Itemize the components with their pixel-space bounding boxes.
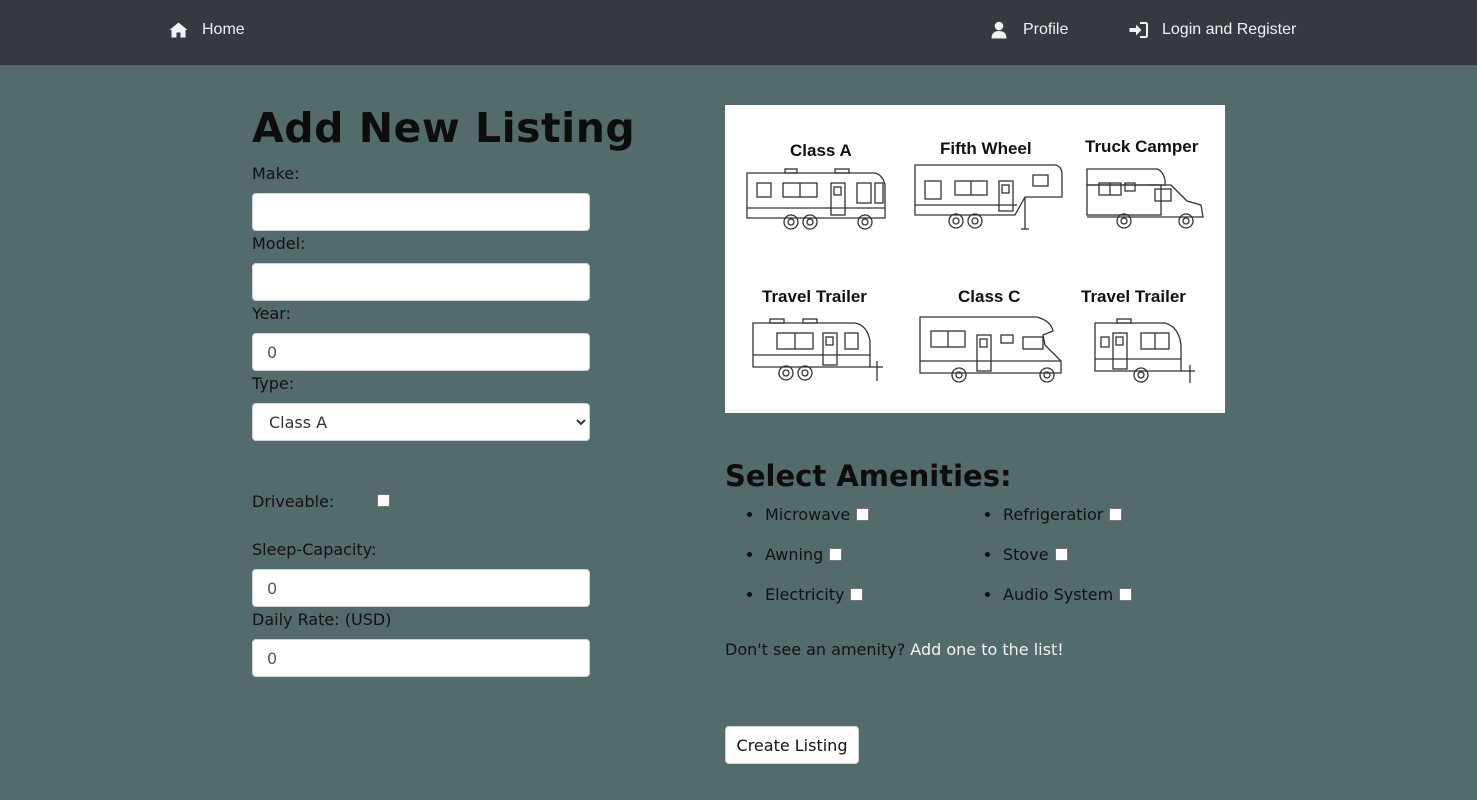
amenity-electricity-checkbox[interactable] — [850, 588, 864, 601]
add-amenity-link[interactable]: Add one to the list! — [910, 640, 1063, 659]
bullet — [747, 512, 752, 517]
driveable-checkbox[interactable] — [377, 494, 390, 507]
driveable-label: Driveable: — [252, 492, 335, 511]
amenity-stove-checkbox[interactable] — [1054, 548, 1068, 561]
model-label: Model: — [252, 234, 306, 253]
amenity-label: Electricity — [765, 585, 845, 604]
class-c-illustration — [919, 316, 1062, 383]
create-listing-button[interactable]: Create Listing — [725, 726, 859, 764]
amenity-audio-system-checkbox[interactable] — [1119, 588, 1133, 601]
amenity-refrigerator-checkbox[interactable] — [1109, 508, 1123, 521]
amenities-title: Select Amenities: — [725, 459, 1012, 493]
year-label: Year: — [252, 304, 291, 323]
model-input[interactable] — [252, 263, 590, 301]
sign-in-icon — [1128, 20, 1148, 40]
amenity-microwave-checkbox[interactable] — [856, 508, 870, 521]
amenity-refrigerator: Refrigeratior — [985, 505, 1123, 524]
travel-trailer-illustration-1 — [752, 318, 883, 381]
bullet — [985, 592, 990, 597]
amenity-stove: Stove — [985, 545, 1068, 564]
year-input[interactable] — [252, 333, 590, 371]
make-input[interactable] — [252, 193, 590, 231]
amenity-awning-checkbox[interactable] — [829, 548, 843, 561]
amenity-microwave: Microwave — [747, 505, 870, 524]
amenity-label: Awning — [765, 545, 824, 564]
nav-profile-label: Profile — [1023, 21, 1069, 38]
rv-types-image: Class A Fifth Wheel Truck Camper Travel … — [725, 105, 1225, 413]
amenity-label: Microwave — [765, 505, 851, 524]
bullet — [985, 512, 990, 517]
truck-camper-illustration — [1086, 168, 1204, 229]
amenity-label: Audio System — [1003, 585, 1114, 604]
bullet — [985, 552, 990, 557]
navbar: Home Profile Login and Register — [0, 0, 1477, 65]
amenity-awning: Awning — [747, 545, 843, 564]
type-select[interactable]: Class A — [252, 403, 590, 441]
nav-home-label: Home — [202, 21, 245, 38]
add-amenity-prompt-text: Don't see an amenity? — [725, 640, 906, 659]
amenity-audio-system: Audio System — [985, 585, 1133, 604]
rv-illustrations — [746, 164, 1204, 383]
sleep-capacity-label: Sleep-Capacity: — [252, 540, 377, 559]
class-a-rv-illustration — [746, 168, 886, 230]
amenity-electricity: Electricity — [747, 585, 864, 604]
home-icon — [168, 20, 188, 40]
user-icon — [989, 20, 1009, 40]
daily-rate-label: Daily Rate: (USD) — [252, 610, 392, 629]
bullet — [747, 552, 752, 557]
add-amenity-prompt: Don't see an amenity? Add one to the lis… — [725, 640, 1064, 659]
fifth-wheel-illustration — [914, 164, 1063, 230]
daily-rate-input[interactable] — [252, 639, 590, 677]
nav-profile-link[interactable]: Profile — [989, 0, 1068, 60]
nav-home-link[interactable]: Home — [168, 0, 245, 60]
amenity-label: Refrigeratior — [1003, 505, 1104, 524]
nav-login-link[interactable]: Login and Register — [1128, 0, 1296, 60]
type-label: Type: — [252, 374, 295, 393]
make-label: Make: — [252, 164, 300, 183]
travel-trailer-illustration-2 — [1094, 318, 1195, 383]
amenity-label: Stove — [1003, 545, 1049, 564]
bullet — [747, 592, 752, 597]
sleep-capacity-input[interactable] — [252, 569, 590, 607]
page-title: Add New Listing — [252, 104, 636, 152]
nav-login-label: Login and Register — [1162, 21, 1297, 38]
